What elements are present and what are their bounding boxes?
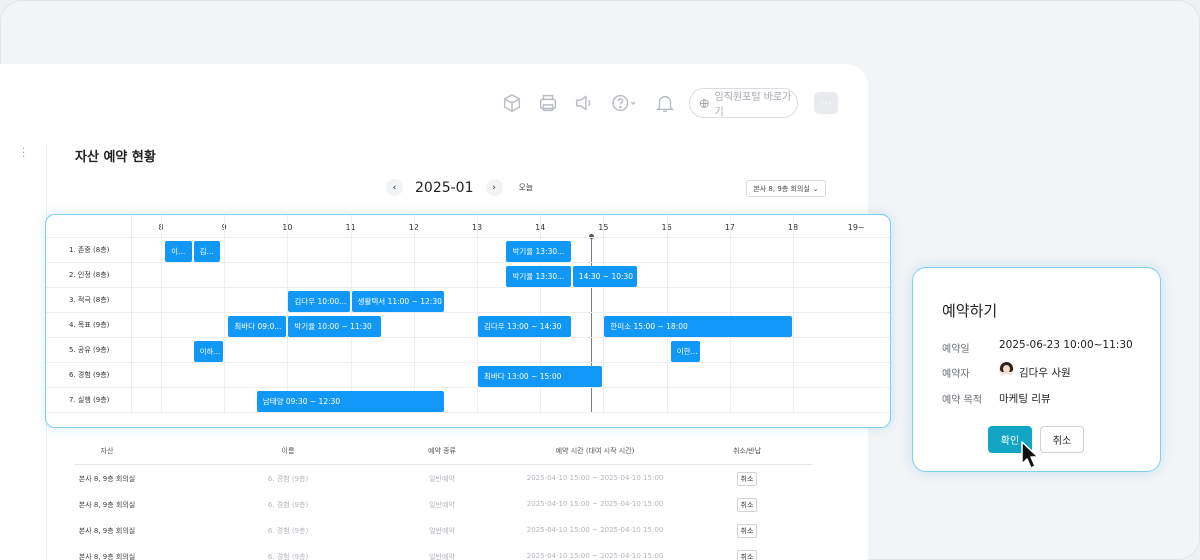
month-navigation: ‹ 2025-01 › 오늘 [386, 179, 533, 196]
row-gridline [46, 237, 890, 238]
row-cancel-button[interactable]: 취소 [737, 524, 757, 538]
room-select[interactable]: 본사 8, 9층 회의실 ⌄ [746, 180, 826, 197]
table-cell: 일반예약 [429, 527, 455, 535]
help-icon[interactable] [609, 92, 639, 114]
row-gridline [46, 362, 890, 363]
booking-block[interactable]: 이하... [193, 341, 224, 362]
booking-block[interactable]: 박기율 10:00 ~ 11:30 [288, 316, 382, 337]
table-cell: 2025-04-10 15:00 ~ 2025-04-10 15:00 [526, 526, 664, 534]
hour-gridline [666, 215, 668, 413]
hour-gridline [224, 215, 226, 413]
booking-block[interactable]: 김다우 10:00... [288, 291, 350, 312]
table-cell: 6. 경험 (9층) [267, 475, 309, 483]
booking-block[interactable]: 김다우 13:00 ~ 14:30 [478, 316, 571, 337]
table-divider [75, 464, 812, 465]
current-month: 2025-01 [415, 179, 474, 196]
hour-gridline [287, 215, 289, 413]
mouse-cursor-icon [1021, 441, 1039, 469]
reservation-timeline: 8910111213141516171819~1. 존중 (8층)2. 인정 (… [45, 214, 891, 428]
hour-label: 19~ [847, 223, 865, 232]
chevron-down-icon: ⌄ [812, 184, 819, 193]
date-label: 예약일 [942, 344, 970, 355]
column-header-asset: 자산 [100, 447, 114, 455]
booking-block[interactable]: 최바다 13:00 ~ 15:00 [478, 366, 603, 387]
page-title: 자산 예약 현황 [75, 150, 156, 165]
printer-icon[interactable] [537, 92, 559, 114]
next-month-button[interactable]: › [485, 179, 503, 196]
row-gridline [46, 412, 890, 413]
cube-icon[interactable] [501, 92, 523, 114]
table-cell: 2025-04-10 15:00 ~ 2025-04-10 15:00 [526, 500, 664, 508]
table-cell: 본사 8, 9층 회의실 [78, 475, 136, 483]
row-gridline [46, 287, 890, 288]
booker-label: 예약자 [942, 369, 970, 380]
portal-shortcut-label: 임직원포털 바로가기 [714, 92, 792, 118]
row-gridline [46, 337, 890, 338]
booking-block[interactable]: 14:30 ~ 10:30 [572, 266, 638, 287]
purpose-value: 마케팅 리뷰 [999, 393, 1051, 405]
prev-month-button[interactable]: ‹ [386, 179, 403, 196]
drag-handle-icon[interactable]: · · · [22, 145, 25, 163]
more-button[interactable]: ··· [814, 92, 838, 114]
room-label: 3. 적극 (8층) [69, 296, 110, 304]
globe-icon [699, 98, 709, 108]
hour-gridline [603, 215, 605, 413]
column-header-name: 이름 [281, 447, 295, 455]
booking-block[interactable]: 박기율 13:30... [506, 241, 571, 262]
row-gridline [46, 387, 890, 388]
table-cell: 일반예약 [429, 475, 455, 483]
hour-gridline [729, 215, 731, 413]
table-cell: 일반예약 [429, 501, 455, 509]
booking-block[interactable]: 남태양 09:30 ~ 12:30 [256, 391, 445, 412]
hour-gridline [793, 215, 794, 413]
hour-gridline [350, 215, 352, 413]
booking-block[interactable]: 최바다 09:0... [228, 316, 287, 337]
table-cell: 6. 경험 (9층) [267, 527, 309, 535]
room-label: 1. 존중 (8층) [69, 246, 110, 254]
table-cell: 일반예약 [429, 553, 455, 560]
booking-block[interactable]: 한미소 15:00 ~ 18:00 [604, 316, 792, 337]
table-cell: 본사 8, 9층 회의실 [78, 527, 136, 535]
avatar [999, 362, 1014, 377]
room-label: 6. 경험 (9층) [69, 371, 110, 379]
hour-gridline [161, 215, 162, 413]
bell-icon[interactable] [654, 92, 676, 114]
room-label: 4. 목표 (9층) [69, 321, 110, 329]
table-cell: 본사 8, 9층 회의실 [78, 553, 136, 560]
room-label: 7. 실행 (9층) [69, 396, 110, 404]
column-header-cancel: 취소/반납 [732, 447, 762, 455]
booking-block[interactable]: 이한... [670, 341, 701, 362]
row-gridline [46, 312, 890, 313]
hour-gridline [413, 215, 415, 413]
booking-block[interactable]: 김... [193, 241, 221, 262]
row-cancel-button[interactable]: 취소 [737, 550, 757, 560]
room-label: 2. 인정 (8층) [69, 271, 110, 279]
column-header-type: 예약 종류 [428, 447, 456, 455]
booking-block[interactable]: 이... [165, 241, 192, 262]
table-cell: 2025-04-10 15:00 ~ 2025-04-10 15:00 [526, 552, 664, 560]
today-button[interactable]: 오늘 [519, 182, 534, 193]
purpose-label: 예약 목적 [942, 395, 982, 406]
booker-value: 김다우 사원 [1019, 367, 1071, 379]
column-header-time: 예약 시간 (대여 시작 시간) [555, 447, 635, 455]
table-cell: 본사 8, 9층 회의실 [78, 501, 136, 509]
room-select-value: 본사 8, 9층 회의실 [753, 184, 810, 193]
row-cancel-button[interactable]: 취소 [737, 472, 757, 486]
row-gridline [46, 262, 890, 263]
table-cell: 2025-04-10 15:00 ~ 2025-04-10 15:00 [526, 474, 664, 482]
room-label: 5. 공유 (9층) [69, 346, 110, 354]
row-cancel-button[interactable]: 취소 [737, 498, 757, 512]
table-cell: 6. 경험 (9층) [267, 501, 309, 509]
date-value: 2025-06-23 10:00~11:30 [999, 339, 1133, 351]
cancel-button[interactable]: 취소 [1040, 426, 1084, 453]
speaker-icon[interactable] [573, 92, 595, 114]
modal-title: 예약하기 [942, 302, 998, 320]
table-cell: 6. 경험 (9층) [267, 553, 309, 560]
booking-block[interactable]: 박기율 13:30... [506, 266, 571, 287]
booking-block[interactable]: 생활텍서 11:00 ~ 12:30 [351, 291, 445, 312]
portal-shortcut-button[interactable]: 임직원포털 바로가기 [689, 88, 798, 118]
label-column-divider [131, 215, 132, 413]
